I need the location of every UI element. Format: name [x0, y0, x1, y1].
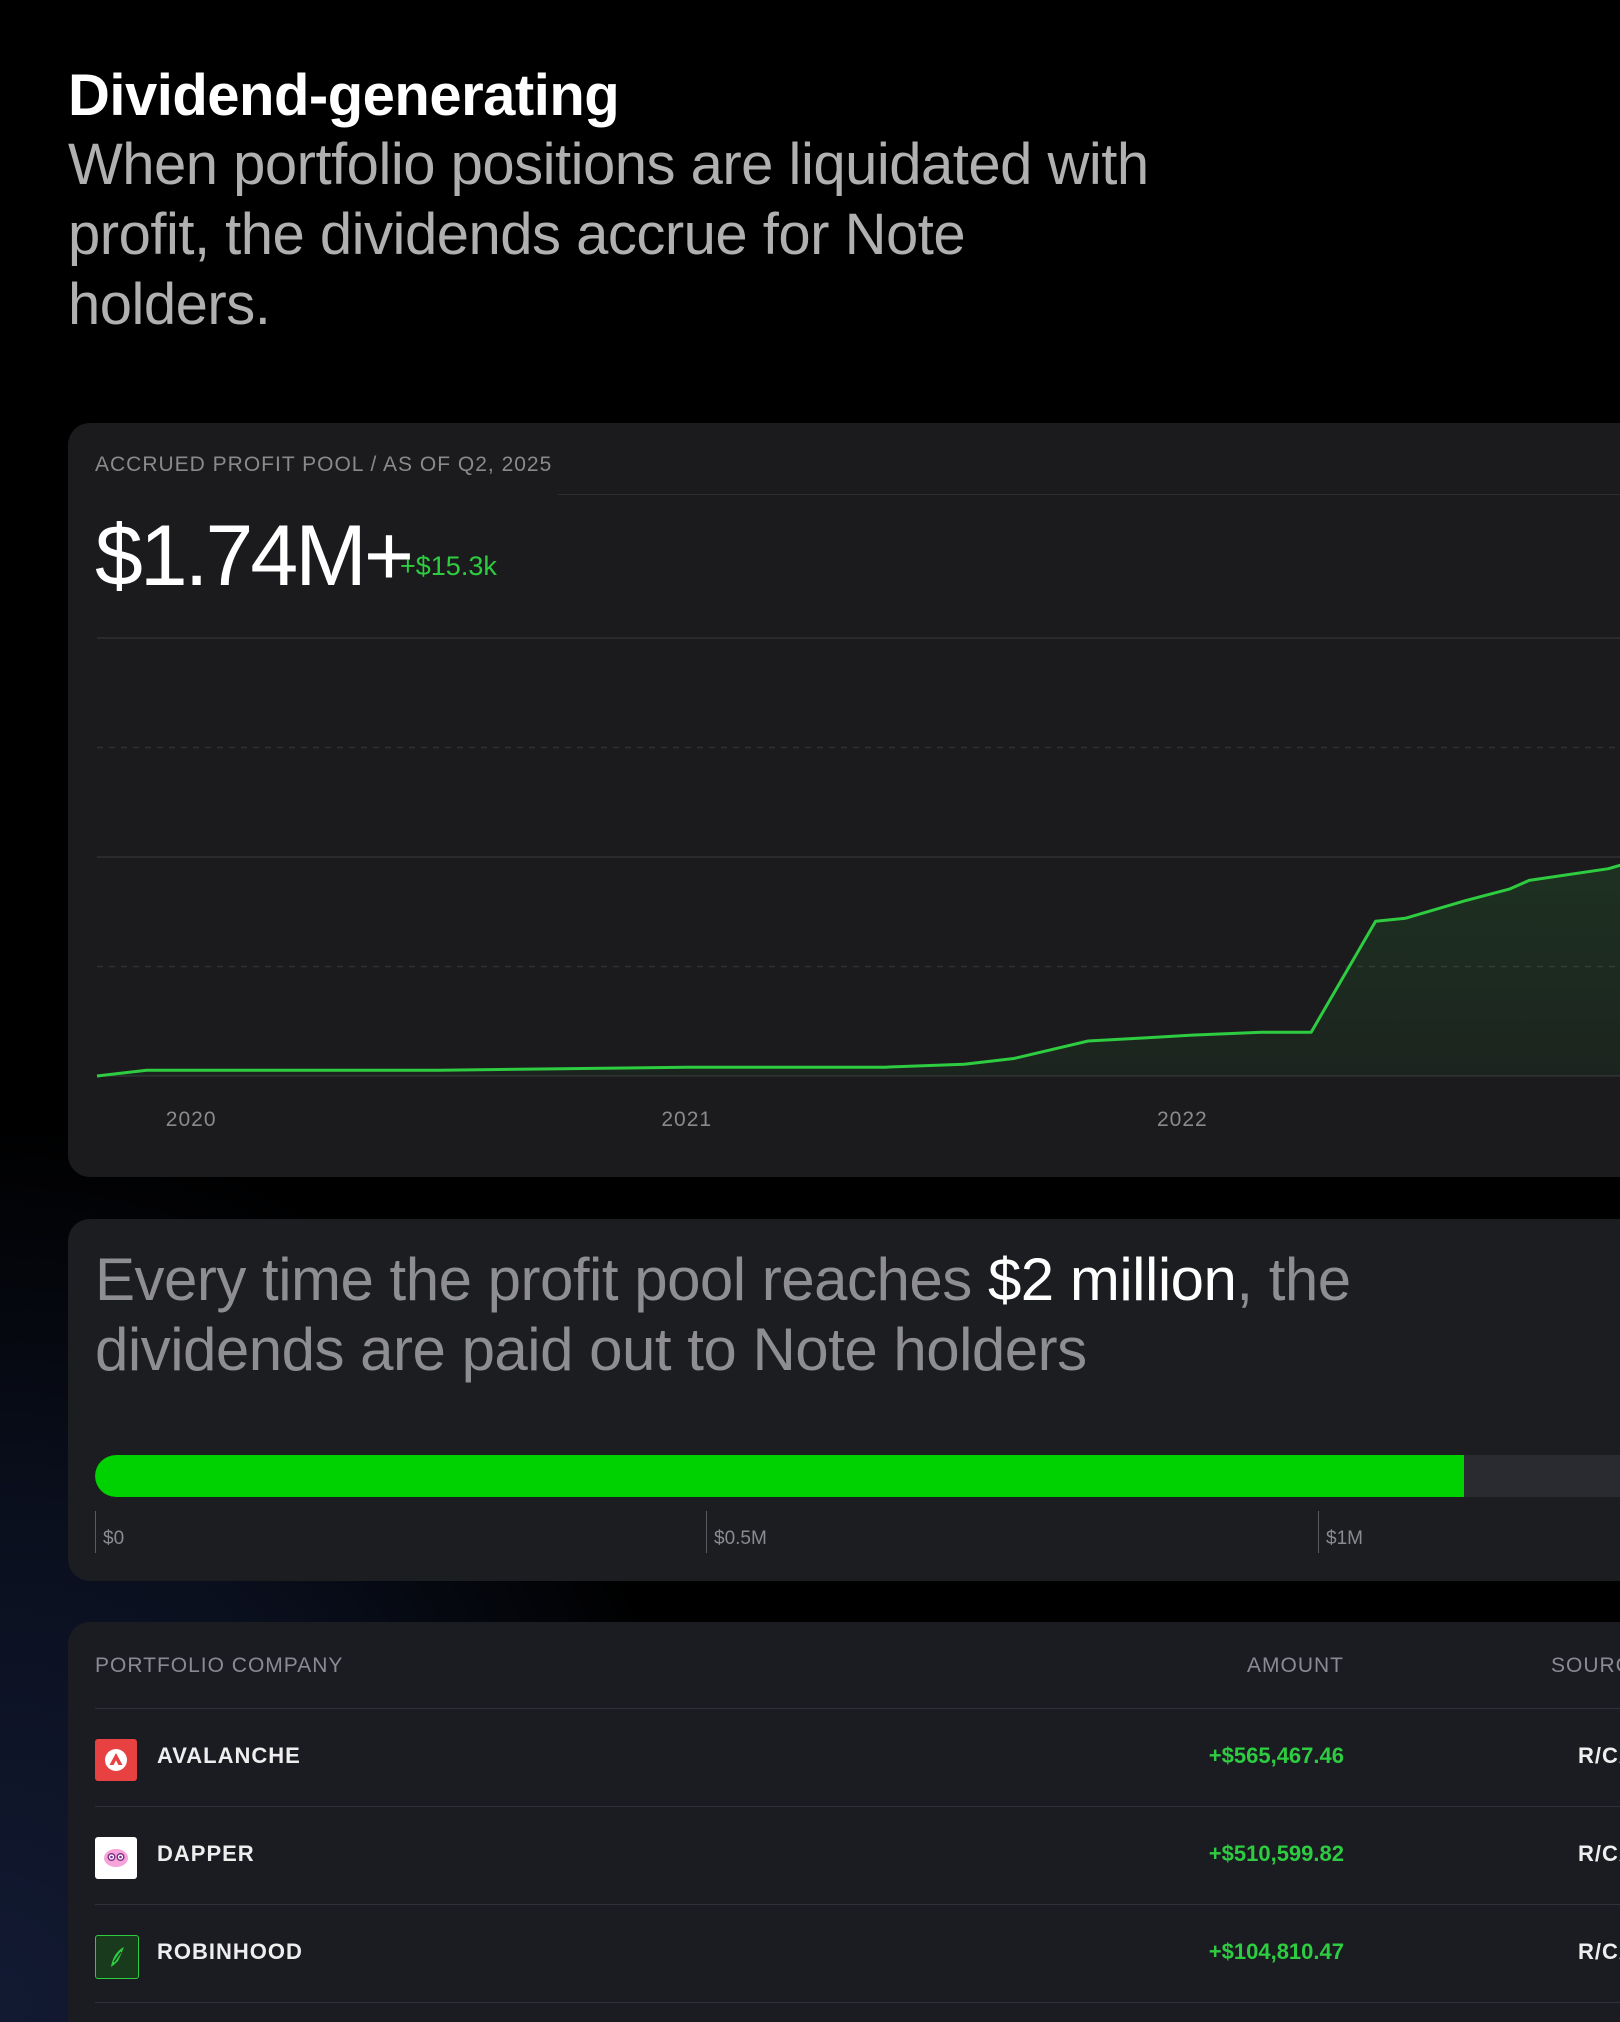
meter-tick-0: $0 [95, 1511, 124, 1553]
company-source: R/CAP [1578, 1743, 1620, 1768]
table-row-divider [95, 2002, 1620, 2022]
table-row[interactable]: DAPPER +$510,599.82 R/CAP [95, 1806, 1620, 1905]
profit-pool-card: ACCRUED PROFIT POOL / AS OF Q2, 2025 $1.… [68, 423, 1620, 1177]
payout-progress-fill [95, 1455, 1464, 1497]
payout-description: Every time the profit pool reaches $2 mi… [95, 1245, 1395, 1385]
robinhood-logo-icon [95, 1935, 139, 1979]
chart-xtick-label: 2020 [166, 1108, 217, 1131]
chart-xtick-label: 2021 [661, 1108, 712, 1131]
table-row[interactable]: AVALANCHE +$565,467.46 R/CAP [95, 1708, 1620, 1807]
profit-pool-chart: 2020 2021 2022 [96, 637, 1620, 1131]
company-amount: +$565,467.46 [1208, 1743, 1344, 1768]
payout-meter-card: Every time the profit pool reaches $2 mi… [68, 1219, 1620, 1581]
meter-tick-1m: $1M [1318, 1511, 1363, 1553]
hero-title: Dividend-generating [68, 63, 620, 128]
hero-section: Dividend-generating When portfolio posit… [68, 62, 1268, 340]
payout-text-prefix: Every time the profit pool reaches [95, 1246, 988, 1313]
col-header-amount[interactable]: AMOUNT [1247, 1654, 1344, 1678]
col-header-company[interactable]: PORTFOLIO COMPANY [95, 1654, 343, 1678]
company-name: ROBINHOOD [157, 1939, 303, 1964]
col-header-source[interactable]: SOURC [1551, 1654, 1620, 1678]
company-name: AVALANCHE [157, 1743, 301, 1768]
chart-area-fill [97, 865, 1620, 1076]
meter-tick-0-5m: $0.5M [706, 1511, 767, 1553]
company-name: DAPPER [157, 1841, 255, 1866]
company-source: R/CAP [1578, 1841, 1620, 1866]
company-amount: +$510,599.82 [1208, 1841, 1344, 1866]
page: Dividend-generating When portfolio posit… [0, 0, 1620, 2022]
company-source: R/CAP [1578, 1939, 1620, 1964]
chart-xtick-label: 2022 [1157, 1108, 1208, 1131]
hero-subtitle: When portfolio positions are liquidated … [68, 132, 1149, 337]
portfolio-table: PORTFOLIO COMPANY AMOUNT SOURC AVALANCHE… [68, 1622, 1620, 2022]
company-amount: +$104,810.47 [1208, 1939, 1344, 1964]
payout-threshold: $2 million [987, 1246, 1237, 1313]
dapper-logo-icon [95, 1837, 137, 1879]
payout-progress-track [95, 1455, 1620, 1497]
table-row[interactable]: ROBINHOOD +$104,810.47 R/CAP [95, 1904, 1620, 2003]
avalanche-logo-icon [95, 1739, 137, 1781]
